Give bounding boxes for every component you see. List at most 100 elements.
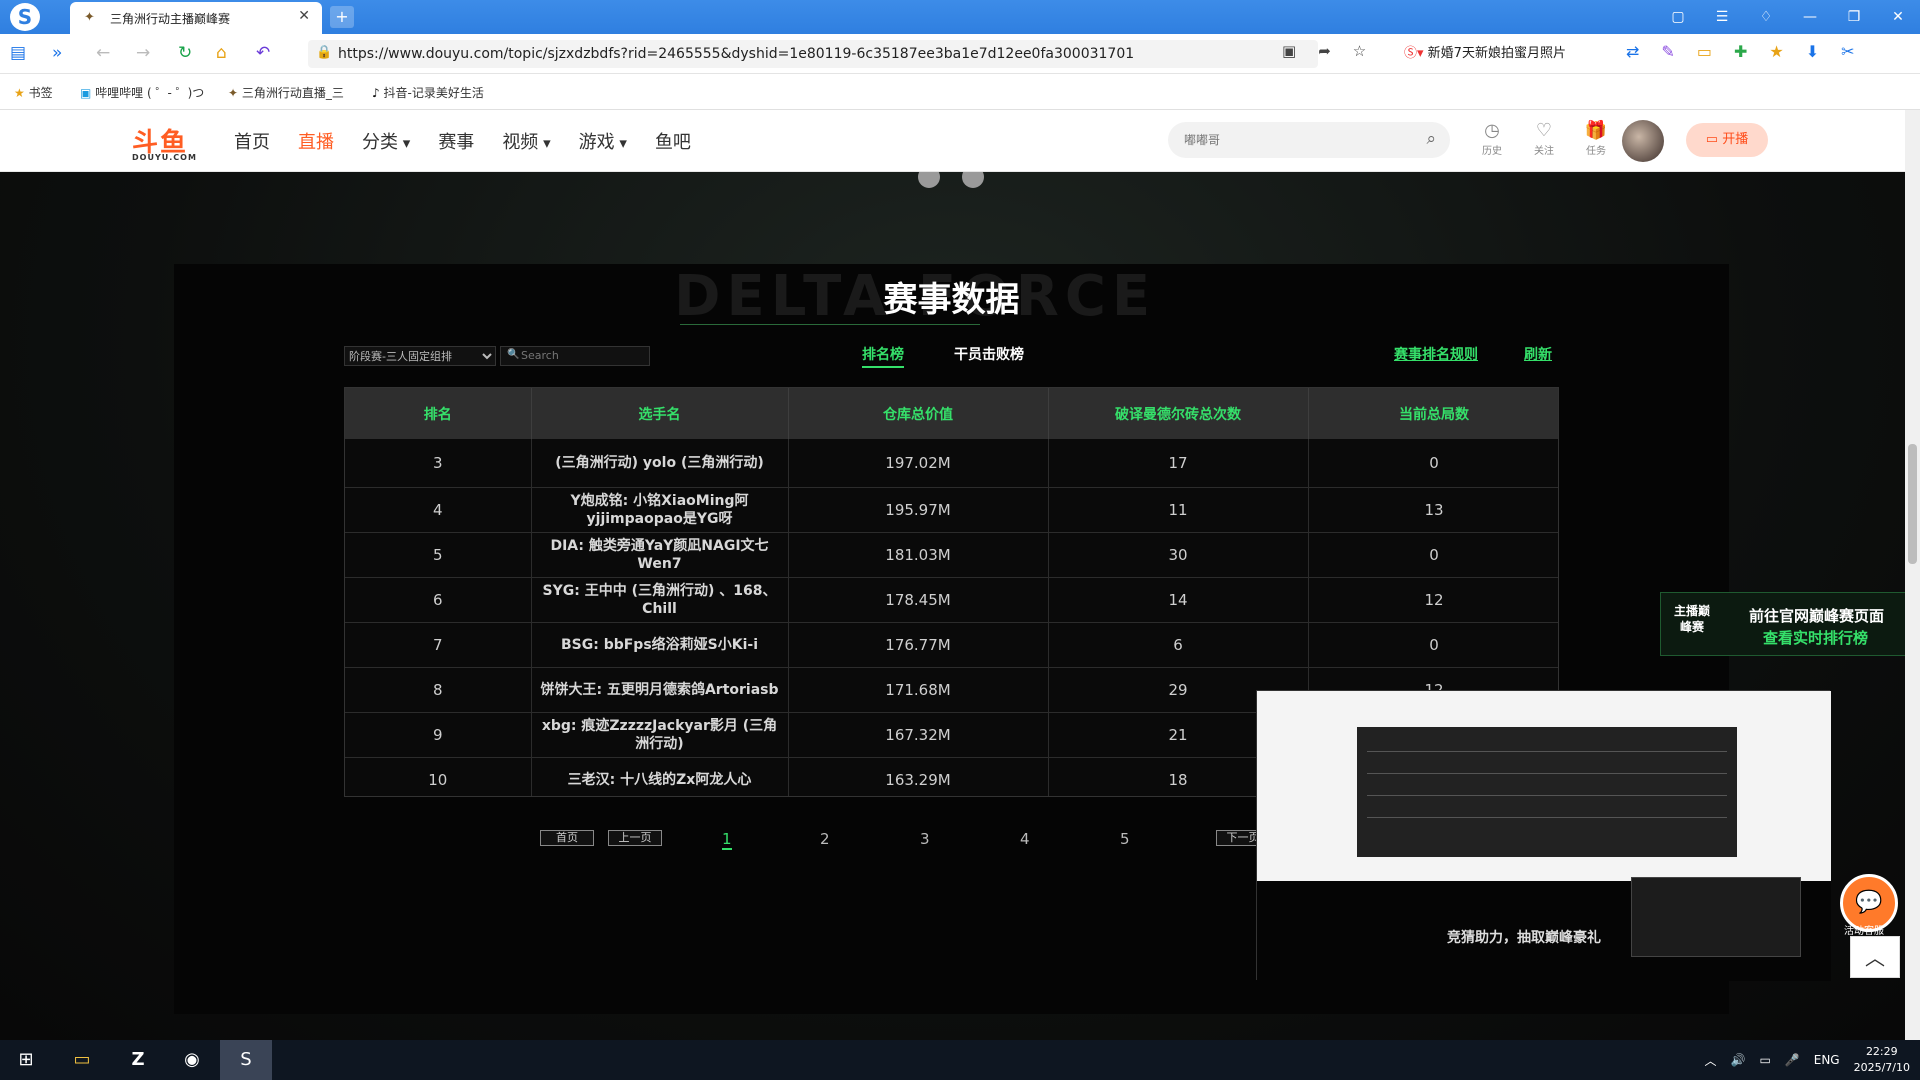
bricks-cell: 17	[1048, 439, 1309, 488]
value-cell: 197.02M	[788, 439, 1049, 488]
language-indicator[interactable]: ENG	[1814, 1053, 1840, 1067]
double-chevron-icon[interactable]: »	[52, 43, 62, 63]
tray-expand-icon[interactable]: ︿	[1704, 1052, 1716, 1069]
url-field[interactable]: 🔒 https://www.douyu.com/topic/sjzxdzbdfs…	[308, 40, 1318, 68]
bookmark-folder[interactable]: ★ 书签	[14, 84, 53, 101]
page-3[interactable]: 3	[920, 830, 930, 848]
player-cell: xbg: 痕迹ZzzzzJackyar影月 (三角洲行动)	[531, 712, 789, 758]
prev-page-button[interactable]: 上一页	[608, 830, 662, 846]
favorites-icon[interactable]: ★	[1769, 42, 1783, 61]
site-search-input[interactable]	[1184, 130, 1404, 150]
volume-icon[interactable]: 🔊	[1730, 1053, 1745, 1067]
mic-icon[interactable]: 🎤	[1785, 1053, 1800, 1067]
refresh-link[interactable]: 刷新	[1524, 344, 1552, 364]
nav-yuba[interactable]: 鱼吧	[655, 128, 691, 154]
mini-player-caption: 竞猜助力，抽取巅峰豪礼	[1447, 930, 1601, 946]
file-explorer-icon[interactable]: ▭	[56, 1040, 108, 1080]
nav-games[interactable]: 游戏 ▾	[579, 128, 627, 154]
clock-time: 22:29	[1865, 1045, 1898, 1058]
search-icon[interactable]: ⌕	[1426, 129, 1436, 149]
clock[interactable]: 22:29 2025/7/10	[1854, 1044, 1910, 1076]
col-games: 当前总局数	[1308, 388, 1558, 439]
windows-start-icon[interactable]: ⊞	[0, 1040, 52, 1080]
download-icon[interactable]: ⬇	[1806, 42, 1819, 61]
tab-close-icon[interactable]: ✕	[298, 8, 310, 24]
sidebar-toggle-icon[interactable]: ▢	[1656, 0, 1700, 34]
player-search-input[interactable]	[521, 349, 646, 362]
folder-icon[interactable]: ▭	[1697, 42, 1712, 61]
nav-label: 游戏	[578, 132, 615, 153]
star-icon[interactable]: ☆	[1353, 42, 1366, 60]
carousel-dot[interactable]	[918, 172, 940, 188]
search-icon: 🔍	[507, 349, 520, 360]
bookmark-douyin[interactable]: ♪ 抖音-记录美好生活	[372, 84, 484, 101]
title-divider	[680, 324, 980, 325]
sogou-browser-icon[interactable]: S	[220, 1040, 272, 1080]
follow-button[interactable]: ♡ 关注	[1528, 120, 1560, 157]
carousel-dot[interactable]	[962, 172, 984, 188]
minimize-icon[interactable]: —	[1788, 0, 1832, 34]
back-icon[interactable]: ←	[96, 43, 110, 63]
nav-category[interactable]: 分类 ▾	[362, 128, 410, 154]
promo-line-1: 前往官网巅峰赛页面	[1749, 607, 1885, 625]
site-logo[interactable]: 斗鱼 DOUYU.COM	[132, 122, 197, 162]
value-cell: 176.77M	[788, 622, 1049, 668]
scrollbar-thumb[interactable]	[1908, 444, 1917, 564]
bookmark-label: 抖音-记录美好生活	[383, 86, 484, 100]
puzzle-icon[interactable]: ✚	[1734, 42, 1747, 61]
nav-live[interactable]: 直播	[298, 128, 334, 154]
bookmark-bilibili[interactable]: ▣ 哔哩哔哩 ( ゜- ゜)つ	[80, 84, 204, 101]
preview-row	[1367, 773, 1727, 774]
edit-icon[interactable]: ✎	[1661, 42, 1674, 61]
restore-icon[interactable]: ❐	[1832, 0, 1876, 34]
history-button[interactable]: ◷ 历史	[1476, 120, 1508, 157]
reader-icon[interactable]: ▣	[1282, 42, 1296, 60]
value-cell: 195.97M	[788, 487, 1049, 533]
player-cell: 饼饼大王: 五更明月德索鸽Artoriasb	[531, 667, 789, 713]
start-live-button[interactable]: ▭ 开播	[1686, 123, 1768, 157]
avatar[interactable]	[1622, 120, 1664, 162]
nav-video[interactable]: 视频 ▾	[502, 128, 550, 154]
network-icon[interactable]: ▭	[1759, 1053, 1770, 1067]
bookmark-douyu[interactable]: ✦ 三角洲行动直播_三	[228, 84, 344, 101]
nav-events[interactable]: 赛事	[438, 128, 474, 154]
page-1[interactable]: 1	[722, 830, 732, 850]
news-ticker[interactable]: Ⓢ▾ 新婚7天新娘拍蜜月照片	[1404, 42, 1594, 64]
mini-player[interactable]: 竞猜助力，抽取巅峰豪礼	[1256, 690, 1831, 981]
reload-icon[interactable]: ↻	[178, 43, 192, 63]
undo-icon[interactable]: ↶	[256, 43, 270, 63]
scissors-icon[interactable]: ✂	[1841, 42, 1854, 61]
official-ranking-promo[interactable]: 主播巅峰赛 前往官网巅峰赛页面 查看实时排行榜	[1660, 592, 1920, 656]
nav-home[interactable]: 首页	[234, 128, 270, 154]
browser-logo-icon[interactable]: S	[10, 3, 40, 31]
new-tab-button[interactable]: +	[330, 6, 354, 28]
page-5[interactable]: 5	[1120, 830, 1130, 848]
page-4[interactable]: 4	[1020, 830, 1030, 848]
tab-ranking[interactable]: 排名榜	[862, 344, 904, 368]
bricks-cell: 30	[1048, 532, 1309, 578]
recorder-icon[interactable]: ◉	[166, 1040, 218, 1080]
page-2[interactable]: 2	[820, 830, 830, 848]
url-text[interactable]: https://www.douyu.com/topic/sjzxdzbdfs?r…	[338, 46, 1134, 62]
share-icon[interactable]: ➦	[1318, 42, 1331, 60]
skin-icon[interactable]: ♢	[1744, 0, 1788, 34]
first-page-button[interactable]: 首页	[540, 830, 594, 846]
back-to-top-button[interactable]: ︿	[1850, 936, 1900, 978]
sidebar-panel-icon[interactable]: ▤	[10, 43, 26, 63]
home-icon[interactable]: ⌂	[216, 43, 227, 63]
browser-tab[interactable]: ✦ 三角洲行动主播巅峰赛 ✕	[70, 2, 322, 34]
mini-player-video	[1257, 691, 1831, 881]
rank-cell: 10	[345, 757, 532, 796]
close-window-icon[interactable]: ✕	[1876, 0, 1920, 34]
task-button[interactable]: 🎁 任务	[1580, 120, 1612, 157]
stage-filter-select[interactable]: 阶段赛-三人固定组排	[344, 346, 496, 366]
menu-icon[interactable]: ☰	[1700, 0, 1744, 34]
translate-icon[interactable]: ⇄	[1626, 42, 1639, 61]
tab-kills[interactable]: 干员击败榜	[954, 344, 1024, 364]
rank-cell: 7	[345, 622, 532, 668]
ranking-rules-link[interactable]: 赛事排名规则	[1394, 344, 1478, 364]
page-scrollbar[interactable]	[1905, 110, 1920, 1040]
rank-cell: 6	[345, 577, 532, 623]
zlibrary-icon[interactable]: Z	[112, 1040, 164, 1080]
forward-icon[interactable]: →	[136, 43, 150, 63]
